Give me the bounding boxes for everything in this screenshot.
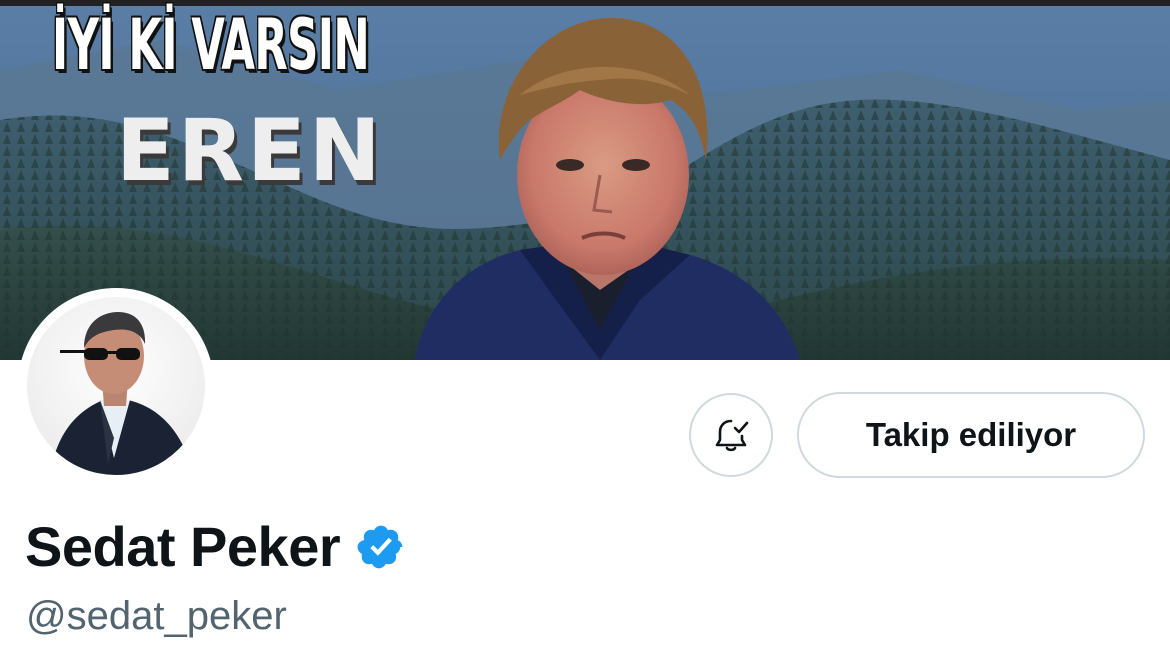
profile-page: İYİ Kİ VARSIN EREN Takip ediliyor Sedat … [0,0,1170,659]
display-name: Sedat Peker [25,515,341,578]
avatar-photo [27,297,205,475]
profile-avatar[interactable] [18,288,214,484]
banner-headline: İYİ Kİ VARSIN [52,4,370,86]
following-button[interactable]: Takip ediliyor [797,392,1145,478]
verified-badge-icon[interactable] [356,522,406,572]
banner-name: EREN [116,101,384,201]
notifications-button[interactable] [689,393,773,477]
user-handle: @sedat_peker [26,594,287,638]
bell-check-icon [715,419,749,452]
display-name-row: Sedat Peker [25,512,406,582]
